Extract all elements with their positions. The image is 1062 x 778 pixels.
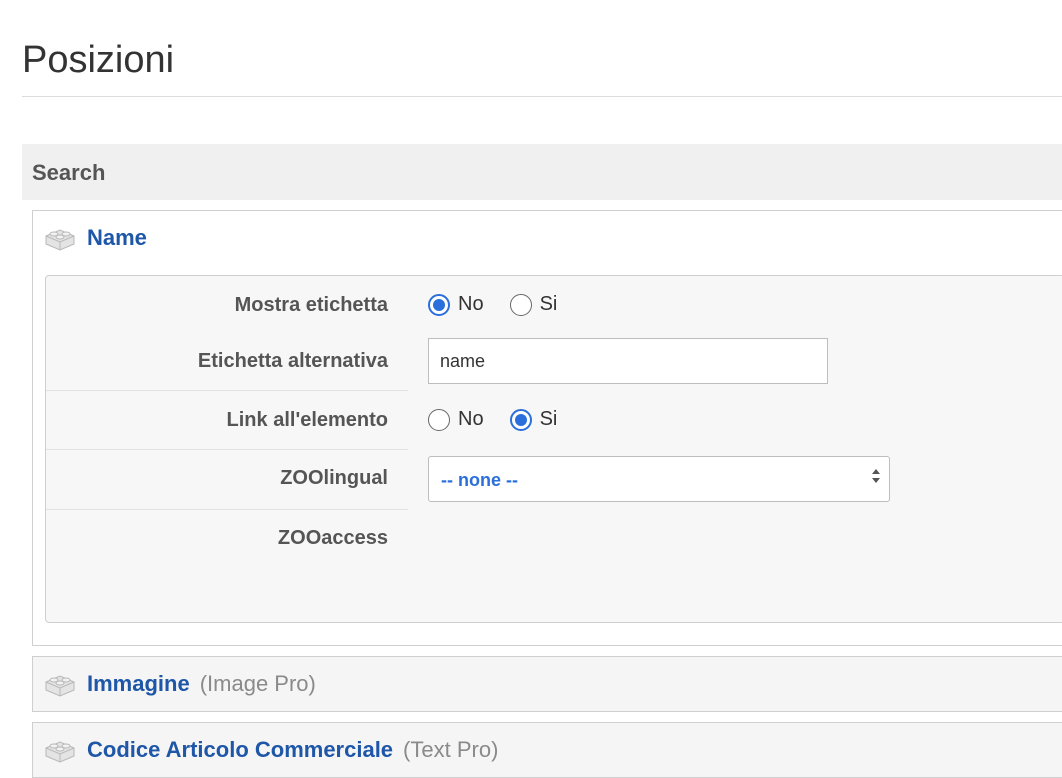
- element-params-panel: Mostra etichetta Etichetta alternativa L…: [45, 275, 1062, 623]
- param-label-link-to-item: Link all'elemento: [226, 409, 388, 431]
- element-codice-articolo-panel: Codice Articolo Commerciale (Text Pro): [32, 722, 1062, 778]
- link-option-si[interactable]: Si: [509, 408, 558, 431]
- row-divider: [46, 449, 408, 450]
- link-to-item-radio-group: No Si: [428, 408, 583, 431]
- lego-block-icon: [45, 741, 75, 763]
- radio-button[interactable]: [509, 408, 532, 431]
- title-divider: [22, 96, 1062, 97]
- lego-block-icon: [45, 229, 75, 251]
- param-label-alt-label: Etichetta alternativa: [197, 350, 388, 372]
- element-type-label: (Image Pro): [199, 671, 316, 696]
- select-value: -- none --: [441, 470, 518, 490]
- lego-block-icon: [45, 675, 75, 697]
- element-header[interactable]: Name: [43, 223, 147, 253]
- radio-label: Si: [539, 293, 558, 315]
- element-name-link[interactable]: Name: [87, 225, 147, 251]
- param-label-show-label: Mostra etichetta: [234, 294, 388, 316]
- element-immagine-panel: Immagine (Image Pro): [32, 656, 1062, 712]
- section-title: Search: [32, 160, 106, 185]
- param-label-zooaccess: ZOOaccess: [277, 527, 388, 549]
- radio-label: Si: [539, 408, 558, 430]
- row-divider: [46, 390, 408, 391]
- zoolingual-select[interactable]: -- none --: [428, 456, 890, 502]
- radio-button[interactable]: [428, 408, 450, 431]
- param-label-zoolingual: ZOOlingual: [280, 467, 388, 489]
- element-name-link[interactable]: Immagine: [87, 671, 190, 697]
- show-label-option-si[interactable]: Si: [509, 293, 558, 316]
- param-values-column: No Si No Si -- none --: [408, 276, 1062, 622]
- radio-label: No: [458, 408, 484, 430]
- show-label-radio-group: No Si: [428, 293, 583, 316]
- radio-button[interactable]: [428, 293, 450, 316]
- alt-label-input[interactable]: [428, 338, 828, 384]
- element-header[interactable]: Codice Articolo Commerciale (Text Pro): [43, 735, 498, 765]
- row-divider: [46, 509, 408, 510]
- page-title: Posizioni: [22, 39, 175, 81]
- element-name-panel: Name Mostra etichetta Etichetta alternat…: [32, 210, 1062, 646]
- param-labels-column: Mostra etichetta Etichetta alternativa L…: [46, 276, 409, 622]
- element-type-label: (Text Pro): [403, 737, 499, 762]
- element-name-link[interactable]: Codice Articolo Commerciale: [87, 737, 393, 763]
- select-arrows-icon: [872, 469, 880, 483]
- radio-label: No: [458, 293, 484, 315]
- element-header[interactable]: Immagine (Image Pro): [43, 669, 316, 699]
- show-label-option-no[interactable]: No: [428, 293, 484, 316]
- radio-button[interactable]: [509, 293, 532, 316]
- link-option-no[interactable]: No: [428, 408, 484, 431]
- section-header-search: Search: [22, 144, 1062, 200]
